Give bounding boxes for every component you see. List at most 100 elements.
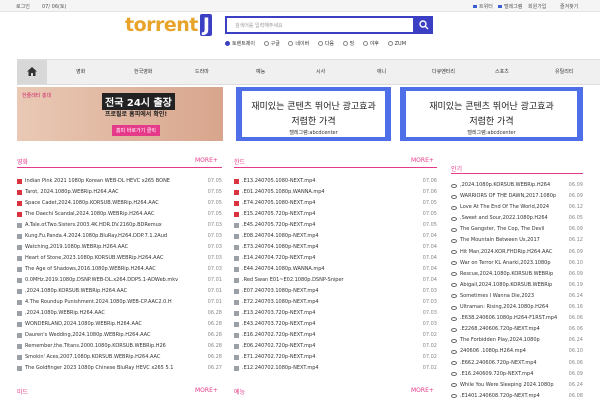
list-item[interactable]: The Daechi Scandal,2024.1080p.WEBRip.H26… [17,209,222,220]
nav-item-variety[interactable]: 예능 [256,68,265,75]
site-logo[interactable]: torrent J [125,14,213,36]
list-item[interactable]: .E72.240703.1080p-NEXT.mp4 07.03 [234,297,437,308]
list-item[interactable]: ,2024.1080p.KORSUB.WEBRip.H264 06.09 [451,180,583,192]
list-item[interactable]: Rescue,2024.1080p.KORSUB.WEBRip 06.09 [451,268,583,280]
list-item[interactable]: Abigail,2024.1080p.KORSUB.WEBRip 06.19 [451,279,583,291]
radio-yahoo[interactable]: 야후 [362,41,379,47]
list-item[interactable]: War on Terror KL Anarki,2023.1080p 06.10 [451,257,583,269]
list-item[interactable]: The Goldfinger 2023 1080p Chinese BluRay… [17,363,222,374]
list-item[interactable]: Smokin' Aces,2007.1080p.KORSUB.WEBRip.H2… [17,352,222,363]
list-item[interactable]: The Gangster, The Cop, The Devil 06.09 [451,224,583,236]
item-date: 07.05 [419,220,437,231]
us-drama-section-title[interactable]: 미드 [17,387,28,396]
list-item[interactable]: While You Were Sleeping 2024.1080p 06.24 [451,379,583,391]
list-item[interactable]: Watching,2019.1080p.WEBRip.H264.AAC 07.03 [17,242,222,253]
nav-item-news[interactable]: 시사 [316,68,325,75]
movies-more-link[interactable]: MORE+ [195,157,218,164]
bookmark-link[interactable]: 즐겨찾기 [560,3,578,10]
dramas-more-link[interactable]: MORE+ [411,157,434,164]
nav-item-sports[interactable]: 스포츠 [495,68,509,75]
list-item[interactable]: Hit Man,2024.KOR.FHDRip.H264.AAC 06.09 [451,246,583,258]
item-date: 07.04 [419,264,437,275]
list-item[interactable]: .E13.240705.1080-NEXT.mp4 07.06 [234,176,437,187]
list-item[interactable]: .E15.240705.720p-NEXT.mp4 07.05 [234,209,437,220]
list-item[interactable]: Tarot, 2024.1080p.WEBRip.H264.AAC 07.05 [17,187,222,198]
list-item[interactable]: Ultraman: Rising,2024.1080p.H264 06.16 [451,302,583,314]
list-item[interactable]: A.Tale.of.Two.Sisters.2003.4K.HDR.DV.216… [17,220,222,231]
list-item[interactable]: .E14.240704.720p-NEXT.mp4 07.04 [234,253,437,264]
list-item[interactable]: Dauren's Wedding,2024.1080p.WEBRip.H264.… [17,330,222,341]
list-item[interactable]: WARRIORS OF THE DAWN,2017.1080p 06.09 [451,191,583,203]
eye-icon [451,239,457,244]
ad-banner-2[interactable]: 재미있는 콘텐츠 뛰어난 광고효과 저렴한 가격 텔레그램:abcdcenter [236,87,391,141]
list-item[interactable]: The Forbidden Play,2024.1080p 06.24 [451,335,583,347]
list-item[interactable]: 240606 .1080p.H264.mp4 06.10 [451,346,583,358]
list-item[interactable]: ,Sweet and Sour,2022.1080p.H264 06.05 [451,213,583,225]
list-item[interactable]: The Age of Shadows,2016.1080p.WEBRip.H26… [17,264,222,275]
signup-link[interactable]: 회원가입 [528,3,546,10]
list-item[interactable]: .E12.240702.1080p-NEXT.mp4 07.02 [234,363,437,374]
radio-daum[interactable]: 다음 [317,41,334,47]
list-item[interactable]: 0.0MHz.2019.1080p.DSNP.WEB-DL.x264.DDP5.… [17,275,222,286]
nav-item-drama[interactable]: 드라마 [195,68,209,75]
list-item[interactable]: ,2024.1080p.WEBRip.H264.AAC 06.28 [17,308,222,319]
list-item[interactable]: The Mountain Between Us,2017 06.12 [451,235,583,247]
list-item[interactable]: .E73.240704.1080p-NEXT.mp4 07.04 [234,242,437,253]
nav-item-korean-movie[interactable]: 한국영화 [134,68,152,75]
nav-item-anime[interactable]: 애니 [377,68,386,75]
nav-item-documentary[interactable]: 다큐멘터리 [432,68,455,75]
list-item[interactable]: Sometimes I Wanna Die,2023 06.24 [451,290,583,303]
ad-banner-1[interactable]: 한줄레터 홍대 전국 24시 출장 프로필로 홈피에서 확인! 홈피 바로가기 … [17,87,223,141]
list-item[interactable]: .E1401.240608.720p-NEXT.mp4 06.08 [451,390,583,402]
list-item[interactable]: .E13.240703.720p-NEXT.mp4 07.03 [234,308,437,319]
item-title: .E74.240705.1080-NEXT.mp4 [242,200,316,206]
radio-bing[interactable]: 빙 [342,41,354,47]
list-item[interactable]: .E43.240703.720p-NEXT.mp4 07.03 [234,319,437,330]
radio-torrentj[interactable]: 토렌트제이 [225,41,255,47]
list-item[interactable]: .E06.240702.720p-NEXT.mp4 07.02 [234,341,437,352]
list-item[interactable]: .Red Swan E01~E02.1080p.DSNP-Sniper 07.04 [234,275,437,286]
us-drama-more-link[interactable]: MORE+ [195,387,218,394]
ad-cta[interactable]: 홈피 바로가기 클릭 [112,125,160,136]
telegram-link[interactable]: 텔레그램 [498,3,522,10]
movies-section-title[interactable]: 영화 [17,157,28,166]
list-item[interactable]: ,2024.1080p.KORSUB.WEBRip.H264.AAC 07.01 [17,286,222,297]
list-item[interactable]: .E08.240704.1080p-NEXT.mp4 07.04 [234,231,437,242]
variety-section-title[interactable]: 예능 [234,387,245,396]
list-item[interactable]: Kung.Fu.Panda.4.2024.1080p.BluRay.H264.D… [17,231,222,242]
list-item[interactable]: Remember,the.Titans.2000.1080p.KORSUB.WE… [17,341,222,352]
list-item[interactable]: 4.The Roundup Punishment.2024.1080p.WEB-… [17,297,222,308]
list-item[interactable]: .E71.240702.720p-NEXT.mp4 07.02 [234,352,437,363]
search-input[interactable]: 검색어를 입력해주세요 [225,16,415,34]
list-item[interactable]: .E07.240703.1080p-NEXT.mp4 07.03 [234,286,437,297]
list-item[interactable]: Space Cadet,2024.1080p.KORSUB.WEBRip.H26… [17,198,222,209]
home-button[interactable] [17,60,47,84]
list-item[interactable]: Heart of Stone,2023.1080p.KORSUB.WEBRip.… [17,253,222,264]
list-item[interactable]: .E638.240606.1080p.H264-F1RST.mp4 06.06 [451,313,583,325]
ad-banner-3[interactable]: 재미있는 콘텐츠 뛰어난 광고효과 저렴한 가격 텔레그램:abcdcenter [400,87,583,141]
list-item[interactable]: .E74.240705.1080-NEXT.mp4 07.05 [234,198,437,209]
radio-google[interactable]: 구글 [263,41,280,47]
list-item[interactable]: Love At The End Of The World,2024 06.12 [451,202,583,214]
nav-item-movie[interactable]: 영화 [76,68,85,75]
list-item[interactable]: .E16.240702.720p-NEXT.mp4 07.02 [234,330,437,341]
radio-naver[interactable]: 네이버 [288,41,309,47]
list-item[interactable]: .E2268.240606.720p-NEXT.mp4 06.06 [451,324,583,336]
search-button[interactable] [415,16,433,34]
list-item[interactable]: .E44.240704.1080p.WANNA.mp4 07.04 [234,264,437,275]
variety-more-link[interactable]: MORE+ [411,387,434,394]
list-item[interactable]: .E45.240705.720p-NEXT.mp4 07.05 [234,220,437,231]
list-item[interactable]: Indian Pink 2021 1080p Korean WEB-DL HEV… [17,176,222,187]
nav-item-utility[interactable]: 유틸리티 [555,68,573,75]
login-link[interactable]: 로그인 [16,3,30,10]
item-date: 07.03 [204,231,222,242]
list-item[interactable]: .E16.240609.720p-NEXT.mp4 06.09 [451,368,583,380]
radio-zum[interactable]: ZUM [387,41,406,47]
list-item[interactable]: WONDERLAND,2024.1080p.WEBRip.H264.AAC 06.… [17,319,222,330]
file-icon [234,278,239,283]
list-item[interactable]: .E662.240606.720p-NEXT.mp4 06.06 [451,357,583,369]
item-title: .E16.240702.720p-NEXT.mp4 [242,332,316,338]
dramas-section-title[interactable]: 한드 [234,157,245,166]
list-item[interactable]: .E01.240705.1080p.WANNA.mp4 07.06 [234,187,437,198]
twitter-link[interactable]: 트위터 [473,3,493,10]
